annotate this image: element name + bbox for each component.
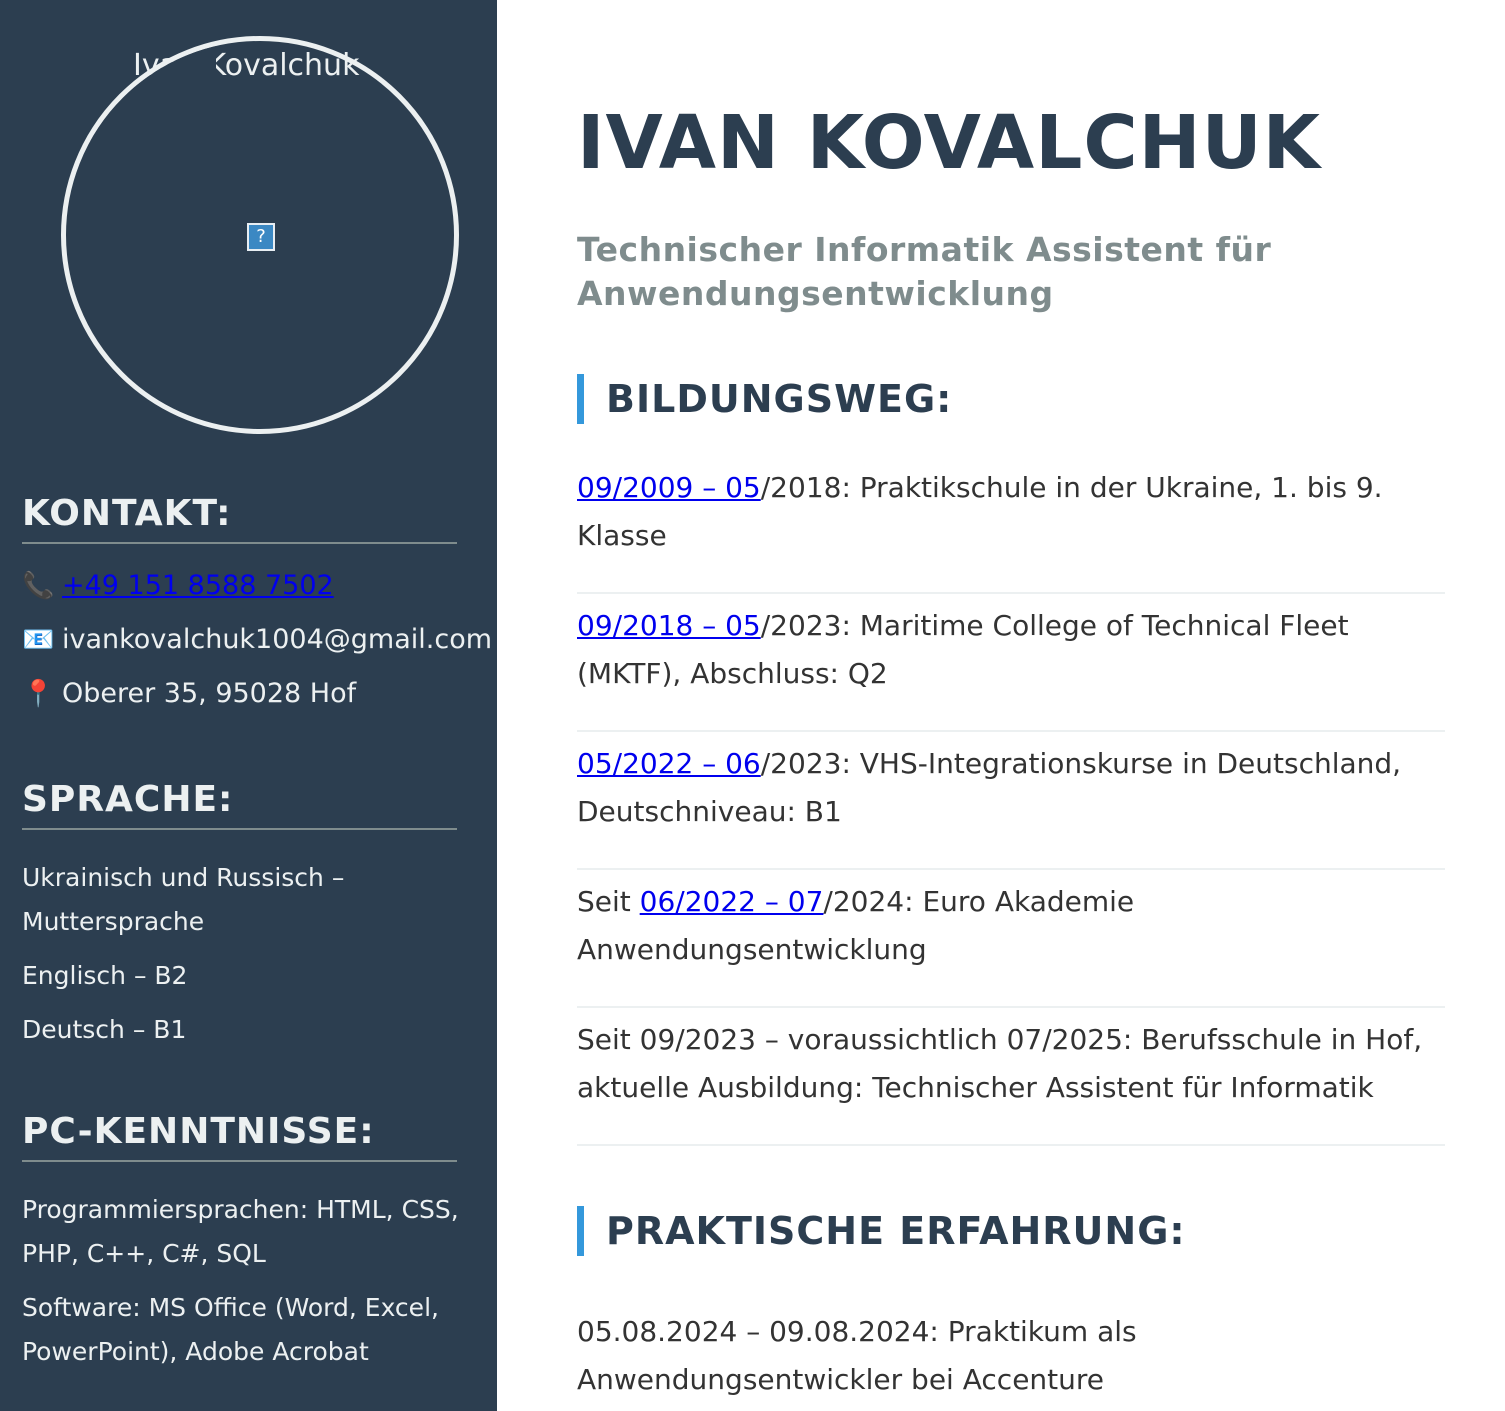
- phone-icon: 📞: [22, 571, 55, 601]
- languages-heading: SPRACHE:: [22, 780, 457, 830]
- education-entry: 05/2022 – 06/2023: VHS-Integrationskurse…: [577, 732, 1445, 870]
- education-heading: BILDUNGSWEG:: [577, 374, 1437, 424]
- profile-photo: ?: [61, 36, 459, 434]
- date-link[interactable]: 09/2009 – 05: [577, 471, 761, 504]
- address-text: Oberer 35, 95028 Hof: [62, 678, 357, 709]
- location-pin-icon: 📍: [22, 679, 55, 709]
- education-entry: 09/2018 – 05/2023: Maritime College of T…: [577, 594, 1445, 732]
- entry-text: Seit 09/2023 – voraussichtlich 07/2025: …: [577, 1023, 1423, 1104]
- phone-link[interactable]: +49 151 8588 7502: [62, 570, 334, 601]
- contact-heading: KONTAKT:: [22, 494, 457, 544]
- contact-phone: 📞 +49 151 8588 7502: [22, 570, 334, 601]
- broken-image-icon: ?: [247, 223, 275, 251]
- education-entry: Seit 06/2022 – 07/2024: Euro Akademie An…: [577, 870, 1445, 1008]
- pc-skills-heading: PC-KENNTNISSE:: [22, 1112, 457, 1162]
- date-link[interactable]: 09/2018 – 05: [577, 609, 761, 642]
- contact-email: 📧 ivankovalchuk1004@gmail.com: [22, 624, 492, 655]
- email-text: ivankovalchuk1004@gmail.com: [62, 624, 493, 655]
- language-item: Ukrainisch und Russisch – Muttersprache: [22, 863, 345, 936]
- language-item: Englisch – B2: [22, 961, 188, 990]
- education-entry: 09/2009 – 05/2018: Praktikschule in der …: [577, 456, 1445, 594]
- job-title: Technischer Informatik Assistent für Anw…: [577, 230, 1272, 313]
- education-entry: Seit 09/2023 – voraussichtlich 07/2025: …: [577, 1008, 1445, 1146]
- main-content: IVAN KOVALCHUK Technischer Informatik As…: [577, 0, 1445, 1411]
- pc-skill-item: Programmiersprachen: HTML, CSS, PHP, C++…: [22, 1195, 459, 1268]
- experience-entry: 05.08.2024 – 09.08.2024: Praktikum als A…: [577, 1315, 1137, 1396]
- language-item: Deutsch – B1: [22, 1015, 187, 1044]
- entry-prefix: Seit: [577, 885, 640, 918]
- contact-address: 📍 Oberer 35, 95028 Hof: [22, 678, 356, 709]
- date-link[interactable]: 06/2022 – 07: [640, 885, 824, 918]
- page-title: IVAN KOVALCHUK: [577, 100, 1322, 186]
- date-link[interactable]: 05/2022 – 06: [577, 747, 761, 780]
- experience-heading: PRAKTISCHE ERFAHRUNG:: [577, 1206, 1437, 1256]
- photo-alt-mask: [66, 41, 216, 141]
- pc-skill-item: Software: MS Office (Word, Excel, PowerP…: [22, 1293, 439, 1366]
- email-icon: 📧: [22, 625, 55, 655]
- sidebar: Ivan Kovalchuk ? KONTAKT: 📞 +49 151 8588 …: [0, 0, 497, 1411]
